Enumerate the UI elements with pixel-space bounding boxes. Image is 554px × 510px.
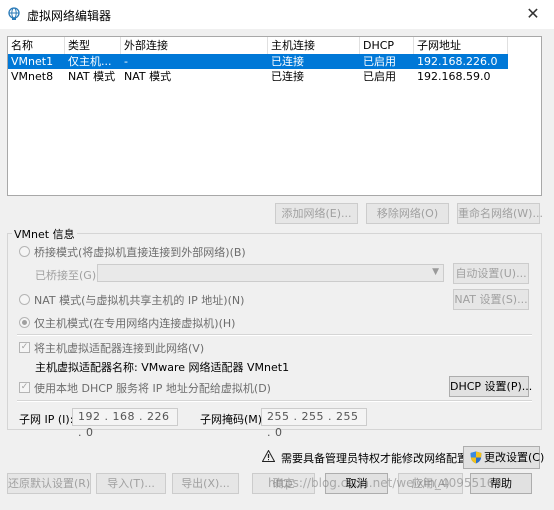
cell-subnet: 192.168.226.0: [417, 55, 498, 68]
add-network-button[interactable]: 添加网络(E)...: [275, 203, 358, 224]
help-button[interactable]: 帮助: [470, 473, 532, 494]
bridged-to-select[interactable]: ▼: [97, 264, 444, 282]
table-row[interactable]: VMnet1 仅主机... - 已连接 已启用 192.168.226.0: [8, 54, 508, 69]
subnet-mask-label: 子网掩码(M):: [200, 413, 266, 426]
cell-external: NAT 模式: [124, 70, 172, 83]
connect-adapter-checkbox[interactable]: ✓: [19, 342, 30, 353]
vmnet-info-title: VMnet 信息: [12, 226, 77, 242]
list-header: 名称 类型 外部连接 主机连接 DHCP 子网地址: [8, 37, 541, 54]
chevron-down-icon: ▼: [432, 267, 439, 277]
col-name-header[interactable]: 名称: [8, 37, 65, 54]
dhcp-label: 使用本地 DHCP 服务将 IP 地址分配给虚拟机(D): [34, 382, 271, 395]
host-only-radio[interactable]: [19, 317, 30, 328]
col-subnet-header[interactable]: 子网地址: [414, 37, 508, 54]
cell-external: -: [124, 55, 128, 68]
table-row[interactable]: VMnet8 NAT 模式 NAT 模式 已连接 已启用 192.168.59.…: [8, 69, 508, 84]
separator: [17, 400, 532, 402]
nat-settings-button[interactable]: NAT 设置(S)...: [453, 289, 529, 310]
subnet-mask-field[interactable]: 255 . 255 . 255 . 0: [261, 408, 367, 439]
dhcp-checkbox[interactable]: ✓: [19, 382, 30, 393]
subnet-ip-field[interactable]: 192 . 168 . 226 . 0: [72, 408, 178, 439]
cell-host: 已连接: [271, 55, 304, 68]
col-external-header[interactable]: 外部连接: [121, 37, 268, 54]
cell-host: 已连接: [271, 70, 304, 83]
warning-icon: [262, 450, 275, 462]
col-host-header[interactable]: 主机连接: [268, 37, 360, 54]
close-button[interactable]: ✕: [516, 2, 550, 26]
cancel-button[interactable]: 取消: [325, 473, 388, 494]
network-list[interactable]: 名称 类型 外部连接 主机连接 DHCP 子网地址 VMnet1 仅主机... …: [7, 36, 542, 196]
apply-button[interactable]: 应用(A): [398, 473, 463, 494]
nat-mode-radio[interactable]: [19, 294, 30, 305]
window-title: 虚拟网络编辑器: [27, 9, 112, 23]
cell-name: VMnet1: [11, 55, 54, 68]
change-settings-label: 更改设置(C): [484, 451, 545, 464]
shield-icon: [470, 451, 482, 464]
remove-network-button[interactable]: 移除网络(O): [366, 203, 449, 224]
export-button[interactable]: 导出(X)...: [172, 473, 239, 494]
ok-button[interactable]: 确定: [252, 473, 315, 494]
radio-dot: [22, 320, 27, 325]
dhcp-settings-button[interactable]: DHCP 设置(P)...: [449, 376, 532, 397]
separator: [17, 334, 532, 336]
auto-settings-button[interactable]: 自动设置(U)...: [453, 263, 529, 284]
bridged-to-label: 已桥接至(G):: [35, 269, 100, 282]
cell-name: VMnet8: [11, 70, 54, 83]
col-type-header[interactable]: 类型: [65, 37, 121, 54]
connect-adapter-label: 将主机虚拟适配器连接到此网络(V): [34, 342, 205, 355]
host-only-label: 仅主机模式(在专用网络内连接虚拟机)(H): [34, 317, 236, 330]
cell-type: 仅主机...: [68, 55, 112, 68]
cell-dhcp: 已启用: [363, 70, 396, 83]
cell-subnet: 192.168.59.0: [417, 70, 491, 83]
cell-dhcp: 已启用: [363, 55, 396, 68]
import-button[interactable]: 导入(T)...: [96, 473, 166, 494]
rename-network-button[interactable]: 重命名网络(W)...: [457, 203, 543, 224]
title-bar: 虚拟网络编辑器 ✕: [0, 0, 554, 29]
admin-notice: 需要具备管理员特权才能修改网络配置。: [281, 452, 479, 465]
network-globe-icon: [8, 7, 20, 20]
adapter-name-label: 主机虚拟适配器名称: VMware 网络适配器 VMnet1: [35, 361, 290, 374]
col-dhcp-header[interactable]: DHCP: [360, 37, 414, 54]
nat-mode-label: NAT 模式(与虚拟机共享主机的 IP 地址)(N): [34, 294, 245, 307]
cell-type: NAT 模式: [68, 70, 116, 83]
bridged-mode-label: 桥接模式(将虚拟机直接连接到外部网络)(B): [34, 246, 246, 259]
bridged-mode-radio[interactable]: [19, 246, 30, 257]
restore-defaults-button[interactable]: 还原默认设置(R): [7, 473, 91, 494]
subnet-ip-label: 子网 IP (I):: [19, 413, 74, 426]
